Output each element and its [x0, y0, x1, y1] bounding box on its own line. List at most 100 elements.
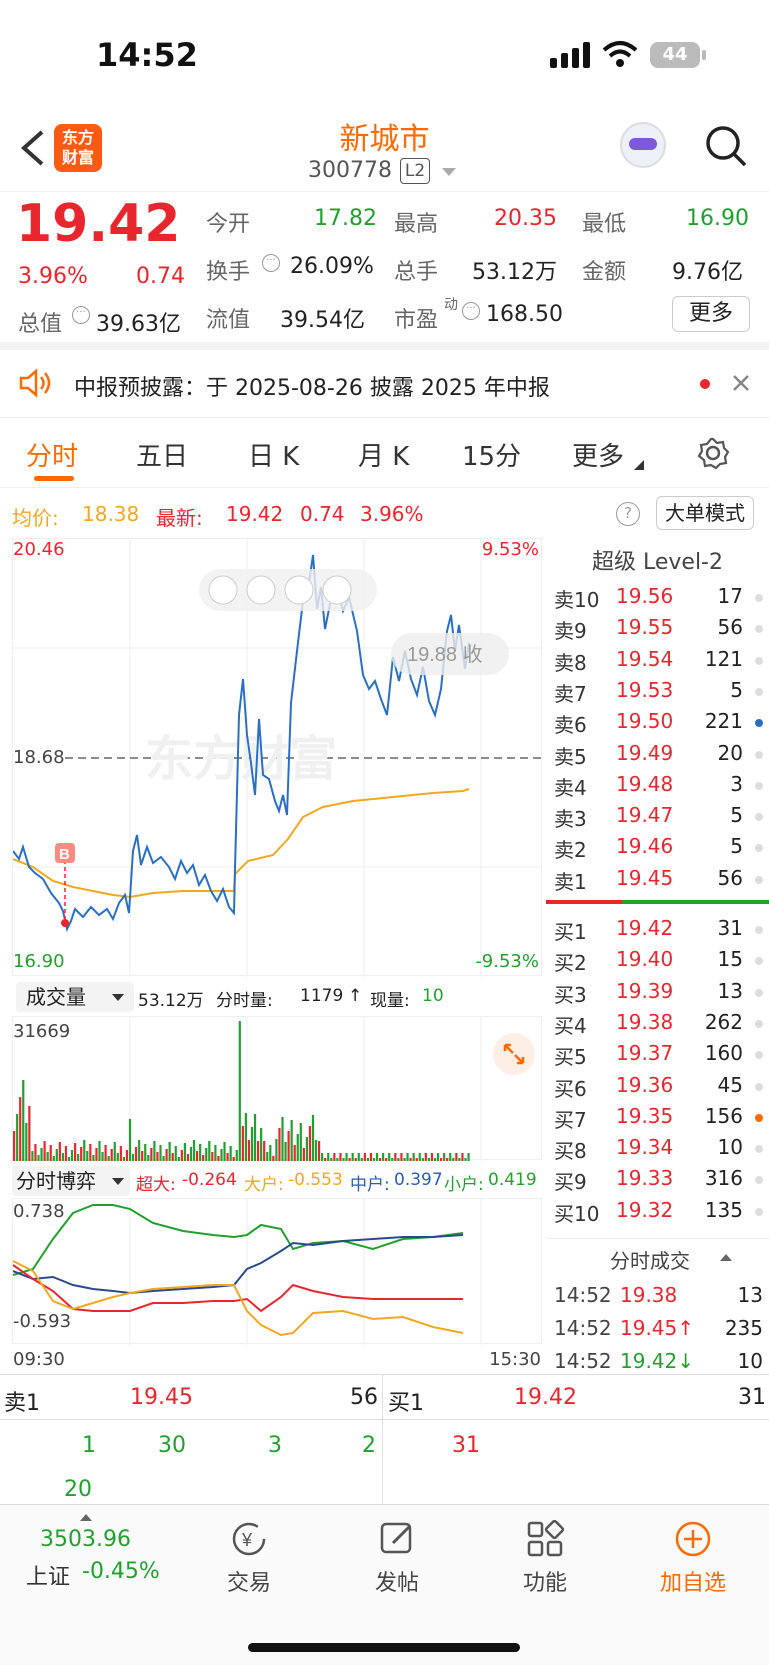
bid-row[interactable]: 买5 19.37 160: [546, 1041, 769, 1072]
latest-value: 19.42: [226, 502, 284, 526]
tick-price: 19.38: [620, 1283, 678, 1307]
ask-row[interactable]: 卖8 19.54 121: [546, 647, 769, 678]
level-label: 卖10: [554, 588, 600, 612]
bid-row[interactable]: 买1 19.42 31: [546, 916, 769, 947]
level-label: 买7: [554, 1107, 587, 1132]
level-price: 19.36: [616, 1072, 674, 1097]
collapse-icon[interactable]: [720, 1253, 732, 1261]
volume-bar: [153, 1141, 156, 1161]
volume-bar: [443, 1153, 446, 1161]
tab-15min[interactable]: 15分: [462, 436, 521, 473]
level-volume: 17: [717, 584, 743, 608]
notice-bar[interactable]: 中报预披露：于 2025-08-26 披露 2025 年中报: [0, 350, 769, 418]
home-indicator: [248, 1643, 520, 1652]
search-icon[interactable]: [704, 124, 748, 168]
tab-intraday[interactable]: 分时: [26, 436, 78, 473]
sell1-volume: 56: [350, 1385, 378, 1410]
gear-icon[interactable]: [696, 436, 730, 470]
volume-bar: [113, 1142, 116, 1161]
volume-bar: [302, 1148, 305, 1161]
expand-icon[interactable]: [493, 1033, 535, 1075]
buy-queue-item: 31: [452, 1433, 480, 1458]
avg-label: 均价:: [12, 506, 59, 530]
ask-row[interactable]: 卖5 19.49 20: [546, 741, 769, 772]
ask-row[interactable]: 卖1 19.45 56: [546, 866, 769, 897]
tab-five-day[interactable]: 五日: [136, 436, 188, 473]
more-button[interactable]: 更多: [672, 296, 750, 332]
volume-bar: [424, 1153, 427, 1161]
volume-bar: [348, 1158, 351, 1161]
bid-row[interactable]: 买9 19.33 316: [546, 1166, 769, 1197]
plus-circle-icon: [675, 1521, 711, 1557]
bid-row[interactable]: 买10 19.32 135: [546, 1198, 769, 1229]
nav-trade-label: 交易: [226, 1571, 271, 1596]
grid-icon: [527, 1519, 565, 1557]
close-icon[interactable]: [732, 374, 750, 392]
volume-bar: [74, 1143, 77, 1161]
sell-queue-item: 2: [362, 1433, 376, 1458]
nav-trade[interactable]: ¥ 交易: [194, 1519, 304, 1597]
volume-bar: [379, 1158, 382, 1161]
capital-flow-chart[interactable]: 0.738 -0.593 09:30 15:30: [12, 1198, 542, 1370]
volume-bar: [327, 1153, 330, 1161]
battery-level: 44: [662, 44, 688, 65]
volume-bar: [458, 1158, 461, 1161]
volume-bar: [101, 1152, 104, 1161]
volume-bar: [128, 1119, 132, 1161]
tick-trades[interactable]: 分时成交 14:52 19.38 13 14:52 19.45↑ 235 14:52 19.4…: [546, 1238, 769, 1378]
tick-row: 14:52 19.38 13: [546, 1283, 769, 1314]
dropdown-icon[interactable]: [442, 168, 456, 178]
ask-row[interactable]: 卖6 19.50 221: [546, 709, 769, 740]
level-label: 买3: [554, 982, 587, 1007]
nav-post[interactable]: 发帖: [342, 1519, 452, 1597]
volume-bars: [13, 1021, 470, 1161]
bid-row[interactable]: 买2 19.40 15: [546, 947, 769, 978]
ask-row[interactable]: 卖2 19.46 5: [546, 834, 769, 865]
intraday-chart[interactable]: 东方财富 B 19.88 收 20.46 9.53% 18.68 16.90 -…: [12, 538, 543, 977]
volume-bar: [107, 1156, 110, 1161]
ask-row[interactable]: 卖7 19.53 5: [546, 678, 769, 709]
info-icon[interactable]: ···: [262, 254, 280, 272]
bid-row[interactable]: 买8 19.34 10: [546, 1135, 769, 1166]
volume-bar: [125, 1150, 129, 1161]
volume-bar: [324, 1158, 327, 1161]
volume-bar: [144, 1144, 147, 1161]
pct-min-label: -9.53%: [475, 951, 539, 972]
volume-bar: [250, 1127, 254, 1161]
tab-monthly-k[interactable]: 月 K: [358, 436, 409, 473]
ask-row[interactable]: 卖3 19.47 5: [546, 803, 769, 834]
volume-bar: [305, 1137, 308, 1161]
level-dot: [755, 1176, 763, 1185]
robot-avatar-icon[interactable]: [620, 122, 666, 168]
level-volume: 15: [717, 947, 743, 972]
bid-row[interactable]: 买4 19.38 262: [546, 1010, 769, 1041]
watermark: 东方财富: [145, 733, 337, 786]
info-icon[interactable]: ···: [462, 302, 480, 320]
volume-bar: [278, 1128, 281, 1161]
pct-max-label: 9.53%: [481, 539, 539, 560]
up-arrow-icon: [80, 1514, 92, 1521]
help-icon[interactable]: ?: [616, 502, 640, 526]
nav-functions[interactable]: 功能: [490, 1519, 600, 1597]
tab-daily-k[interactable]: 日 K: [248, 436, 299, 473]
sell1-label: 卖1: [4, 1391, 40, 1416]
ask-row[interactable]: 卖4 19.48 3: [546, 772, 769, 803]
level-volume: 20: [717, 740, 743, 765]
volume-bar: [257, 1141, 260, 1161]
volume-bar: [156, 1152, 159, 1161]
index-ticker[interactable]: 3503.96 上证 -0.45%: [0, 1505, 180, 1605]
big-order-mode-button[interactable]: 大单模式: [656, 496, 754, 530]
bid-row[interactable]: 买3 19.39 13: [546, 979, 769, 1010]
nav-add-watchlist[interactable]: 加自选: [638, 1519, 748, 1597]
float-value: 39.54亿: [280, 308, 365, 333]
info-icon[interactable]: ···: [72, 306, 90, 324]
volume-chart[interactable]: 31669: [12, 1016, 542, 1161]
ask-row[interactable]: 卖9 19.55 56: [546, 615, 769, 646]
bid-row[interactable]: 买7 19.35 156: [546, 1104, 769, 1135]
order-book[interactable]: 超级 Level-2 卖10 19.56 17 卖9 19.55 56 卖8 19.54 121…: [546, 538, 769, 1238]
capital-flow-svg: [13, 1199, 482, 1345]
bid-row[interactable]: 买6 19.36 45: [546, 1073, 769, 1104]
volume-bar: [321, 1153, 324, 1161]
tab-more[interactable]: 更多: [572, 436, 624, 473]
ask-row[interactable]: 卖10 19.56 17: [546, 584, 769, 615]
